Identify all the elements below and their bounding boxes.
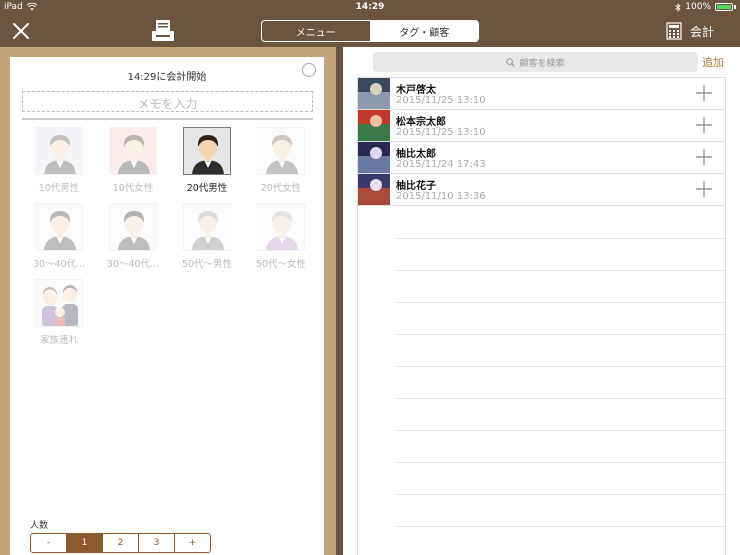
customer-type-label: 30～40代... [32, 259, 86, 270]
customer-last-visit: 2015/11/25 13:10 [396, 127, 486, 138]
print-receipt-button[interactable] [150, 18, 176, 44]
checkout-start-time: 14:29に会計開始 [127, 72, 207, 83]
empty-row-line [396, 270, 725, 271]
customer-row[interactable]: 柚比花子 2015/11/10 13:36 [358, 174, 725, 206]
customer-last-visit: 2015/11/25 13:10 [396, 95, 486, 106]
nav-bar: メニュー タグ・顧客 会計 [0, 14, 740, 47]
customer-avatar [358, 174, 390, 205]
memo-input[interactable]: メモを入力 [22, 91, 313, 112]
empty-row-line [396, 462, 725, 463]
customer-type-4[interactable]: 20代女性 [244, 127, 318, 203]
divider [22, 118, 313, 120]
checkout-button[interactable]: 会計 [666, 22, 714, 40]
empty-row-line [396, 526, 725, 527]
battery-icon [715, 3, 733, 11]
customer-last-visit: 2015/11/10 13:36 [396, 191, 486, 202]
people-count-label: 人数 [30, 521, 49, 531]
empty-row-line [396, 334, 725, 335]
printer-icon [152, 20, 174, 41]
close-button[interactable] [10, 20, 32, 42]
people-increment-button[interactable]: + [175, 534, 210, 552]
bluetooth-icon [675, 2, 681, 12]
calculator-icon [666, 22, 682, 40]
customer-type-9[interactable]: 家族連れ [22, 279, 96, 355]
customer-name: 柚比花子 [396, 181, 436, 192]
customer-type-label: 20代男性 [186, 183, 228, 194]
customer-type-1[interactable]: 10代男性 [22, 127, 96, 203]
customer-search-input[interactable]: 顧客を検索 [373, 52, 698, 72]
customer-type-label: 20代女性 [260, 183, 302, 194]
status-time: 14:29 [355, 2, 385, 12]
people-option-1[interactable]: 1 [67, 534, 103, 552]
customer-type-label: 10代女性 [112, 183, 154, 194]
plus-icon [696, 181, 712, 197]
add-to-order-button[interactable] [695, 116, 713, 134]
person-icon [35, 203, 83, 251]
customer-list: 木戸啓太 2015/11/25 13:10 松本宗太郎 2015/11/25 1… [357, 77, 726, 555]
customer-name: 松本宗太郎 [396, 117, 446, 128]
tab-menu[interactable]: メニュー [262, 21, 371, 41]
people-option-2[interactable]: 2 [103, 534, 139, 552]
people-count-selector: -1 2 3 + [30, 533, 211, 553]
people-option-3[interactable]: 3 [139, 534, 175, 552]
order-card: 14:29に会計開始 メモを入力 10代男性 10代女性 20代男性 20代女性 [10, 57, 324, 555]
add-to-order-button[interactable] [695, 180, 713, 198]
search-placeholder: 顧客を検索 [519, 58, 565, 69]
customer-name: 木戸啓太 [396, 85, 436, 96]
people-decrement-button[interactable]: - [31, 534, 67, 552]
person-icon [257, 127, 305, 175]
complete-check-toggle[interactable] [302, 63, 316, 77]
plus-icon [696, 149, 712, 165]
person-icon [109, 203, 157, 251]
person-icon [257, 203, 305, 251]
status-bar: iPad 14:29 100% [0, 0, 740, 14]
customer-type-label: 50代～男性 [181, 259, 233, 270]
plus-icon [696, 85, 712, 101]
tab-tag-customer[interactable]: タグ・顧客 [370, 21, 478, 41]
customer-last-visit: 2015/11/24 17:43 [396, 159, 486, 170]
empty-row-line [396, 238, 725, 239]
customer-type-2[interactable]: 10代女性 [96, 127, 170, 203]
add-customer-button[interactable]: 追加 [702, 54, 724, 70]
person-icon [35, 127, 83, 175]
customer-avatar [358, 110, 390, 141]
add-to-order-button[interactable] [695, 84, 713, 102]
customer-type-6[interactable]: 30～40代... [96, 203, 170, 279]
customer-row[interactable]: 松本宗太郎 2015/11/25 13:10 [358, 110, 725, 142]
plus-icon [696, 117, 712, 133]
customer-type-label: 30～40代... [106, 259, 160, 270]
person-icon [183, 203, 231, 251]
search-icon [506, 57, 516, 67]
customer-row[interactable]: 柚比太郎 2015/11/24 17:43 [358, 142, 725, 174]
close-icon [13, 23, 29, 39]
customer-type-label: 家族連れ [39, 335, 78, 346]
empty-row-line [396, 494, 725, 495]
empty-row-line [396, 302, 725, 303]
customer-row[interactable]: 木戸啓太 2015/11/25 13:10 [358, 78, 725, 110]
customer-type-5[interactable]: 30～40代... [22, 203, 96, 279]
customer-type-7[interactable]: 50代～男性 [170, 203, 244, 279]
customer-type-label: 10代男性 [38, 183, 80, 194]
add-to-order-button[interactable] [695, 148, 713, 166]
order-panel-background: 14:29に会計開始 メモを入力 10代男性 10代女性 20代男性 20代女性 [0, 47, 336, 555]
person-icon [109, 127, 157, 175]
customer-avatar [358, 142, 390, 173]
customer-avatar [358, 78, 390, 109]
checkout-label: 会計 [689, 24, 714, 39]
customer-type-label: 50代～女性 [255, 259, 307, 270]
empty-row-line [396, 366, 725, 367]
person-icon [35, 279, 83, 327]
customer-name: 柚比太郎 [396, 149, 436, 160]
customer-panel: 顧客を検索 追加 木戸啓太 2015/11/25 13:10 松本宗太郎 201… [343, 47, 740, 555]
battery-percent: 100% [685, 2, 711, 12]
customer-type-3[interactable]: 20代男性 [170, 127, 244, 203]
person-icon [183, 127, 231, 175]
view-segmented-control: メニュー タグ・顧客 [261, 20, 479, 42]
empty-row-line [396, 430, 725, 431]
customer-type-8[interactable]: 50代～女性 [244, 203, 318, 279]
empty-row-line [396, 398, 725, 399]
